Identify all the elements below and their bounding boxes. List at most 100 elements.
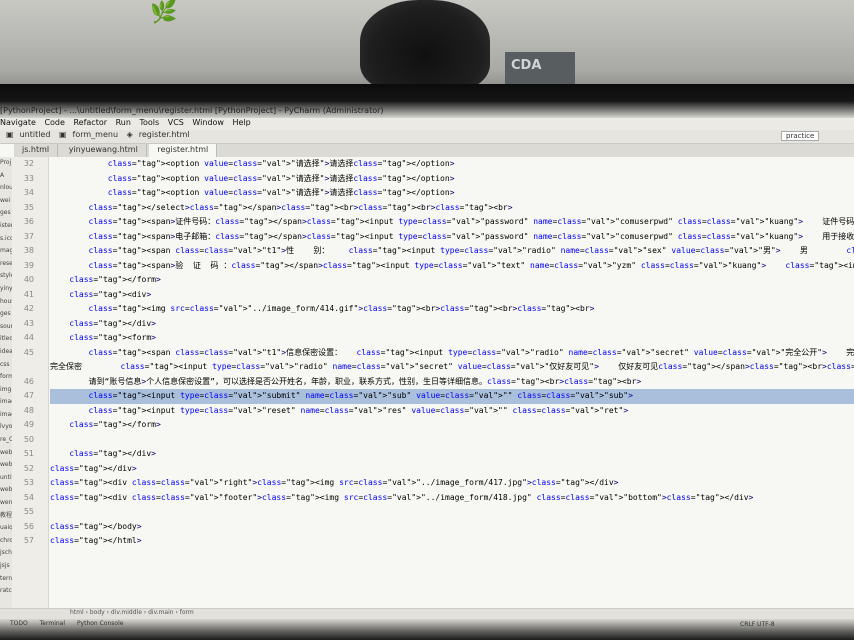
- line-number: 38: [23, 246, 34, 255]
- project-tree-item[interactable]: web: [0, 459, 12, 472]
- project-tree-item[interactable]: ternal Lib: [0, 573, 12, 586]
- code-line[interactable]: class="tag"><span>证件号码：class="tag"></spa…: [50, 215, 854, 230]
- python-console-tab[interactable]: Python Console: [77, 620, 124, 627]
- menu-vcs[interactable]: VCS: [168, 118, 184, 127]
- code-line[interactable]: 请到“账号信息>个人信息保密设置”，可以选择是否公开姓名，年龄，职业，联系方式，…: [50, 375, 854, 390]
- project-tree-item[interactable]: web_inv: [0, 484, 12, 497]
- code-line[interactable]: class="tag"><option value=class="val">"请…: [50, 186, 854, 201]
- project-tree-item[interactable]: hous: [0, 296, 12, 309]
- project-tree-item[interactable]: 教程: [0, 510, 12, 523]
- code-line[interactable]: class="tag"><input type=class="val">"sub…: [50, 389, 854, 404]
- code-line[interactable]: class="tag"><form>: [50, 331, 854, 346]
- project-tree-item[interactable]: css: [0, 359, 12, 372]
- folder-icon: ▣: [6, 130, 14, 139]
- project-tree-item[interactable]: ges: [0, 308, 12, 321]
- project-tree-item[interactable]: wei: [0, 195, 12, 208]
- code-line[interactable]: class="tag"><div class=class="val">"foot…: [50, 491, 854, 506]
- code-line[interactable]: class="tag"><span class=class="val">"t1"…: [50, 244, 854, 259]
- project-tree-item[interactable]: ister: [0, 220, 12, 233]
- encoding-status[interactable]: CRLF UTF-8: [740, 621, 775, 628]
- code-line[interactable]: class="tag"><div>: [50, 288, 854, 303]
- tab-js[interactable]: js.html: [14, 144, 59, 157]
- code-line[interactable]: class="tag"><option value=class="val">"请…: [50, 172, 854, 187]
- menu-refactor[interactable]: Refactor: [73, 118, 107, 127]
- menu-navigate[interactable]: Navigate: [0, 118, 36, 127]
- breadcrumb-untitled[interactable]: untitled: [20, 130, 51, 139]
- project-tree-item[interactable]: uaiquan: [0, 522, 12, 535]
- project-tree-item[interactable]: wenxi: [0, 497, 12, 510]
- code-line[interactable]: [50, 433, 854, 448]
- code-editor[interactable]: class="tag"><option value=class="val">"请…: [50, 157, 854, 617]
- code-line[interactable]: class="tag"><option value=class="val">"请…: [50, 157, 854, 172]
- project-tree-item[interactable]: img: [0, 384, 12, 397]
- project-tree-item[interactable]: nlou: [0, 182, 12, 195]
- project-tree-item[interactable]: mag: [0, 245, 12, 258]
- code-line[interactable]: [50, 505, 854, 520]
- breadcrumb-form-menu[interactable]: form_menu: [73, 130, 119, 139]
- breadcrumb-register[interactable]: register.html: [139, 130, 190, 139]
- poster-text: CDA: [511, 58, 542, 73]
- line-number: 40: [23, 275, 34, 284]
- menu-help[interactable]: Help: [233, 118, 251, 127]
- project-tree-item[interactable]: imag: [0, 409, 12, 422]
- code-line[interactable]: class="tag"><span class=class="val">"t1"…: [50, 346, 854, 361]
- code-line[interactable]: class="tag"></div>: [50, 462, 854, 477]
- code-line[interactable]: class="tag"><img src=class="val">"../ima…: [50, 302, 854, 317]
- code-line[interactable]: class="tag"><span>电子邮箱：class="tag"></spa…: [50, 230, 854, 245]
- plant-shadow: 🌿: [150, 0, 178, 25]
- line-number: 37: [23, 231, 34, 241]
- project-tree-item[interactable]: jsjs: [0, 560, 12, 573]
- tab-register[interactable]: register.html: [149, 144, 218, 157]
- project-tree-item[interactable]: idea: [0, 346, 12, 359]
- project-tree-item[interactable]: imag: [0, 396, 12, 409]
- code-line[interactable]: class="tag"></form>: [50, 273, 854, 288]
- project-tree-item[interactable]: Proj: [0, 157, 12, 170]
- code-line[interactable]: class="tag"><span>验 证 码 ：class="tag"></s…: [50, 259, 854, 274]
- navigation-bar: ▣ untitled ▣ form_menu ◈ register.html prac…: [0, 130, 854, 144]
- todo-tab[interactable]: TODO: [10, 620, 28, 627]
- window-title: [PythonProject] - ...\untitled\form_menu…: [0, 106, 384, 115]
- html-path: html › body › div.middle › div.main › fo…: [70, 609, 194, 616]
- menu-code[interactable]: Code: [44, 118, 64, 127]
- line-number: 52: [23, 463, 34, 473]
- project-tree-item[interactable]: ges: [0, 207, 12, 220]
- terminal-tab[interactable]: Terminal: [40, 620, 65, 627]
- menu-tools[interactable]: Tools: [139, 118, 159, 127]
- project-tree-item[interactable]: chrome: [0, 535, 12, 548]
- code-line[interactable]: class="tag"><input type=class="val">"res…: [50, 404, 854, 419]
- code-line[interactable]: class="tag"><div class=class="val">"righ…: [50, 476, 854, 491]
- project-tree-item[interactable]: yinyu: [0, 283, 12, 296]
- menu-bar: Navigate Code Refactor Run Tools VCS Win…: [0, 118, 854, 130]
- project-tree-item[interactable]: form: [0, 371, 12, 384]
- project-tree-item[interactable]: web: [0, 447, 12, 460]
- menu-run[interactable]: Run: [116, 118, 131, 127]
- line-number: 56: [23, 521, 34, 531]
- project-tree-item[interactable]: style: [0, 270, 12, 283]
- project-tree-item[interactable]: untitled1: [0, 472, 12, 485]
- project-tree-item[interactable]: s.ico: [0, 233, 12, 246]
- menu-window[interactable]: Window: [192, 118, 224, 127]
- run-config-select[interactable]: practice: [781, 131, 820, 141]
- project-tree-item[interactable]: lvyou: [0, 421, 12, 434]
- line-number: 49: [23, 420, 34, 429]
- line-number: 47: [23, 391, 34, 400]
- wall-poster: CDA: [505, 52, 575, 88]
- project-tree-item[interactable]: sourc: [0, 321, 12, 334]
- code-line[interactable]: class="tag"></div>: [50, 447, 854, 462]
- code-line[interactable]: class="tag"></body>: [50, 520, 854, 535]
- line-number: 57: [23, 536, 34, 545]
- code-line[interactable]: class="tag"></html>: [50, 534, 854, 549]
- code-line[interactable]: 完全保密 class="tag"><input type=class="val"…: [50, 360, 854, 375]
- code-line[interactable]: class="tag"></form>: [50, 418, 854, 433]
- project-tree-item[interactable]: A: [0, 170, 12, 183]
- project-tree-item[interactable]: ratches a: [0, 585, 12, 598]
- project-tree-item[interactable]: reset: [0, 258, 12, 271]
- project-tree-item[interactable]: jschtml: [0, 547, 12, 560]
- monitor-screen: [PythonProject] - ...\untitled\form_menu…: [0, 84, 854, 640]
- project-tree-item[interactable]: itled: [0, 333, 12, 346]
- tab-yinyuewang[interactable]: yinyuewang.html: [61, 144, 147, 157]
- project-panel: ProjAnlouweigesisters.icomagresetstyleyi…: [0, 157, 12, 617]
- code-line[interactable]: class="tag"></div>: [50, 317, 854, 332]
- code-line[interactable]: class="tag"></select>class="tag"></span>…: [50, 201, 854, 216]
- project-tree-item[interactable]: re_C: [0, 434, 12, 447]
